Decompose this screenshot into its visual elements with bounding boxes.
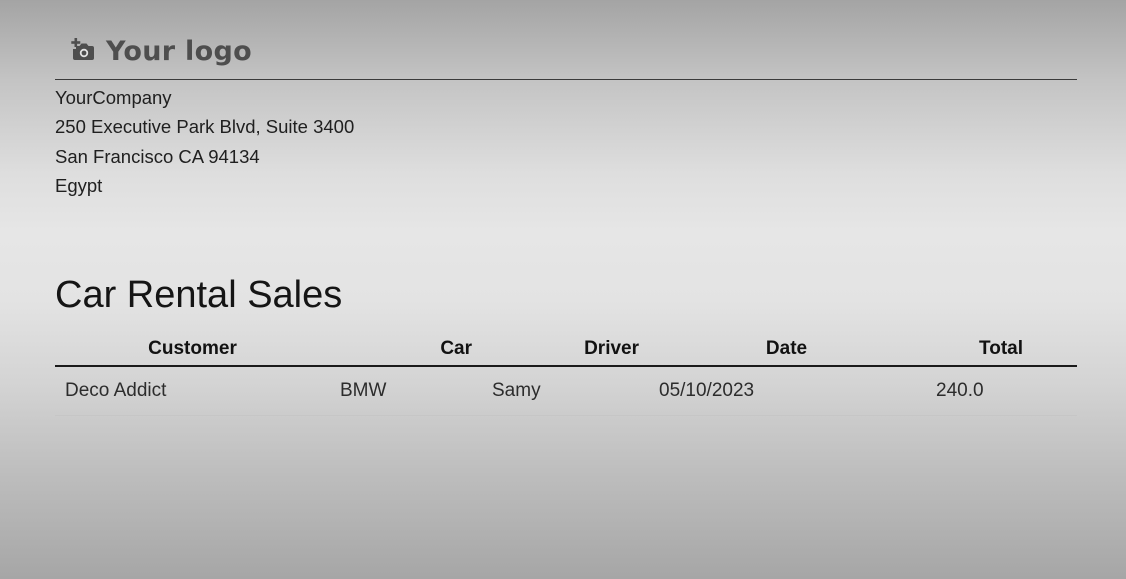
- logo-text: Your logo: [106, 35, 252, 67]
- header-divider: [55, 79, 1077, 80]
- column-header-total: Total: [924, 333, 1077, 367]
- company-street: 250 Executive Park Blvd, Suite 3400: [55, 116, 355, 138]
- table-row: Deco Addict BMW Samy 05/10/2023 240.0: [55, 366, 1077, 416]
- company-address: YourCompany 250 Executive Park Blvd, Sui…: [55, 83, 354, 200]
- company-logo: Your logo: [70, 34, 252, 68]
- column-header-date: Date: [649, 333, 924, 367]
- cell-driver: Samy: [482, 366, 649, 416]
- company-city-line: San Francisco CA 94134: [55, 145, 260, 167]
- cell-date: 05/10/2023: [649, 366, 924, 416]
- column-header-customer: Customer: [55, 333, 330, 367]
- report-title: Car Rental Sales: [55, 274, 343, 316]
- column-header-driver: Driver: [482, 333, 649, 367]
- cell-total: 240.0: [924, 366, 1077, 416]
- camera-plus-icon: [70, 38, 96, 64]
- cell-customer: Deco Addict: [55, 366, 330, 416]
- column-header-car: Car: [330, 333, 482, 367]
- sales-table: Customer Car Driver Date Total Deco Addi…: [55, 333, 1077, 416]
- company-country: Egypt: [55, 174, 103, 196]
- company-name: YourCompany: [55, 87, 172, 108]
- table-header-row: Customer Car Driver Date Total: [55, 333, 1077, 367]
- cell-car: BMW: [330, 366, 482, 416]
